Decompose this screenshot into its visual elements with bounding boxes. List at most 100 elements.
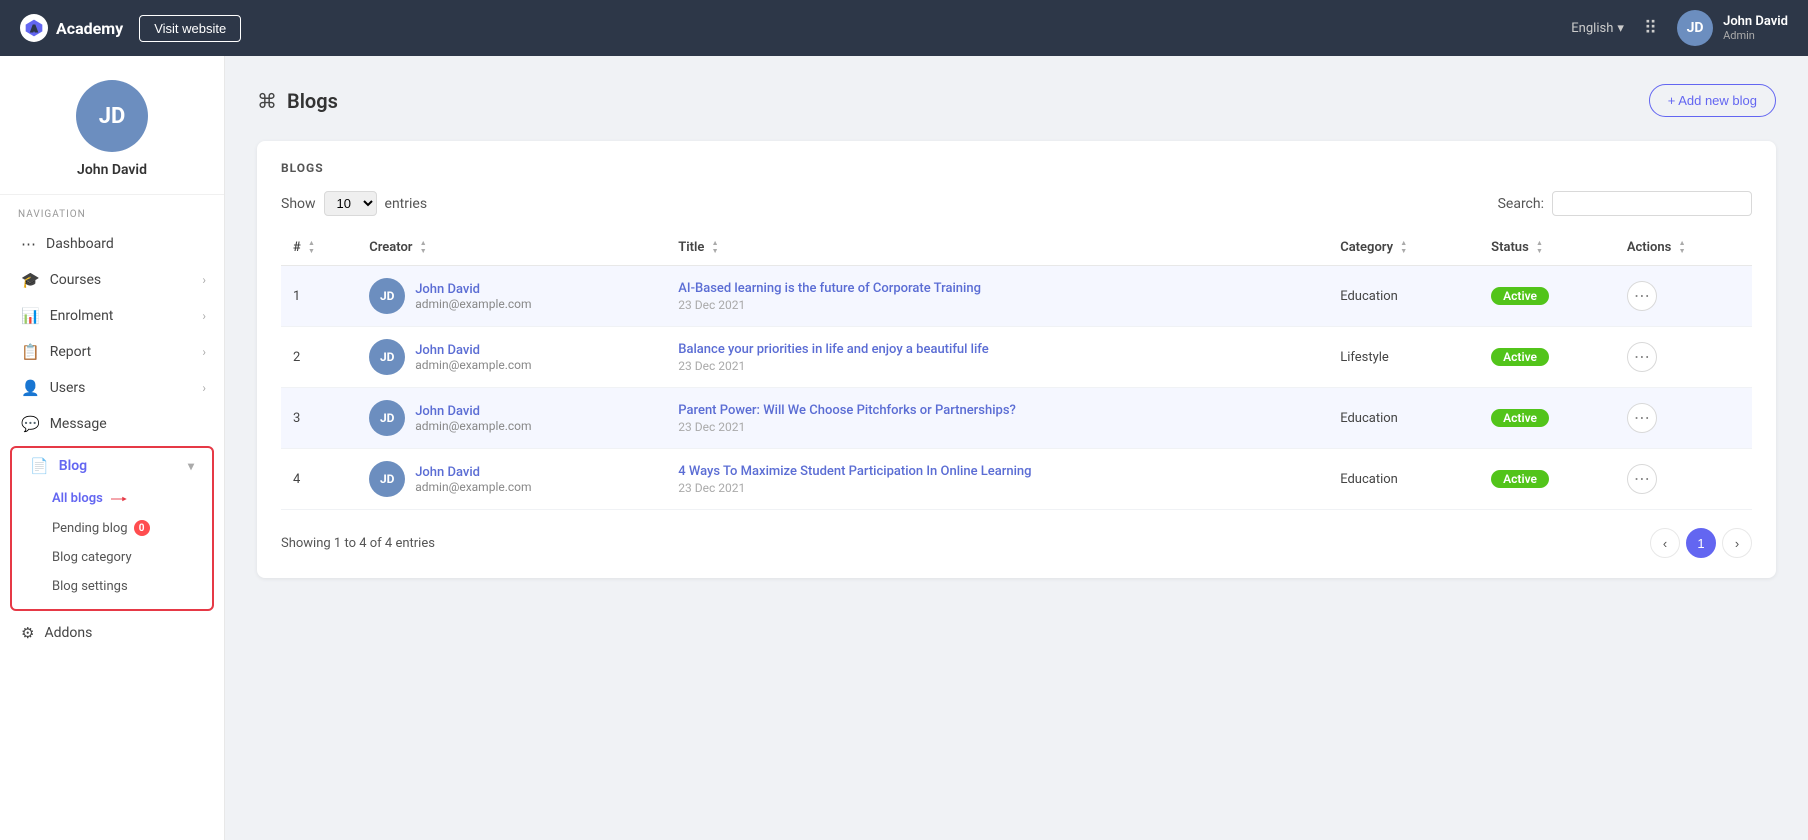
creator-name: John David [415, 404, 531, 419]
table-controls: Show 10 25 50 entries Search: [281, 191, 1752, 216]
arrow-indicator-icon [111, 493, 129, 505]
pagination-prev-button[interactable]: ‹ [1650, 528, 1680, 558]
search-label: Search: [1498, 196, 1544, 212]
status-badge: Active [1491, 287, 1549, 305]
blogs-table: # ▲▼ Creator ▲▼ Title ▲▼ Category [281, 230, 1752, 510]
language-label: English [1571, 21, 1613, 36]
chevron-right-icon: › [202, 381, 206, 395]
sidebar-item-message[interactable]: 💬 Message [0, 406, 224, 442]
page-title: Blogs [287, 89, 338, 113]
blog-title-link[interactable]: 4 Ways To Maximize Student Participation… [678, 464, 1316, 479]
entries-label: entries [385, 196, 428, 212]
creator-email: admin@example.com [415, 297, 531, 311]
addons-icon: ⚙ [21, 624, 34, 642]
dashboard-icon: ⋯ [21, 235, 36, 253]
blog-date: 23 Dec 2021 [678, 298, 1316, 312]
cell-status: Active [1479, 449, 1615, 510]
pagination: ‹ 1 › [1650, 528, 1752, 558]
row-action-button[interactable]: ⋯ [1627, 342, 1657, 372]
creator-email: admin@example.com [415, 358, 531, 372]
message-icon: 💬 [21, 415, 40, 433]
app-logo[interactable]: A Academy [20, 14, 123, 42]
sidebar-item-addons[interactable]: ⚙ Addons [0, 615, 224, 651]
cell-title: Parent Power: Will We Choose Pitchforks … [666, 388, 1328, 449]
cell-title: AI-Based learning is the future of Corpo… [666, 266, 1328, 327]
language-chevron-icon: ▾ [1617, 21, 1624, 36]
user-menu[interactable]: JD John David Admin [1677, 10, 1788, 46]
sidebar-item-dashboard[interactable]: ⋯ Dashboard [0, 226, 224, 262]
blogs-icon: ⌘ [257, 89, 277, 113]
cell-actions: ⋯ [1615, 449, 1752, 510]
courses-icon: 🎓 [21, 271, 40, 289]
visit-website-button[interactable]: Visit website [139, 15, 241, 42]
sidebar-subitem-blog-settings[interactable]: Blog settings [42, 572, 212, 601]
pagination-page-1-button[interactable]: 1 [1686, 528, 1716, 558]
creator-avatar: JD [369, 278, 405, 314]
blog-date: 23 Dec 2021 [678, 420, 1316, 434]
table-card: BLOGS Show 10 25 50 entries Search: [257, 141, 1776, 578]
user-role: Admin [1723, 29, 1788, 42]
entries-select[interactable]: 10 25 50 [324, 191, 377, 216]
topnav: A Academy Visit website English ▾ ⠿ JD J… [0, 0, 1808, 56]
row-action-button[interactable]: ⋯ [1627, 281, 1657, 311]
grid-apps-icon[interactable]: ⠿ [1644, 18, 1657, 39]
col-num: # ▲▼ [281, 230, 357, 266]
sidebar-item-enrolment[interactable]: 📊 Enrolment › [0, 298, 224, 334]
sidebar-username: John David [16, 162, 208, 178]
cell-num: 4 [281, 449, 357, 510]
row-action-button[interactable]: ⋯ [1627, 464, 1657, 494]
row-action-button[interactable]: ⋯ [1627, 403, 1657, 433]
sidebar-item-courses[interactable]: 🎓 Courses › [0, 262, 224, 298]
cell-title: 4 Ways To Maximize Student Participation… [666, 449, 1328, 510]
creator-email: admin@example.com [415, 419, 531, 433]
pagination-next-button[interactable]: › [1722, 528, 1752, 558]
cell-status: Active [1479, 266, 1615, 327]
avatar: JD [1677, 10, 1713, 46]
cell-creator: JD John David admin@example.com [357, 449, 666, 510]
cell-actions: ⋯ [1615, 388, 1752, 449]
show-entries-control: Show 10 25 50 entries [281, 191, 427, 216]
language-selector[interactable]: English ▾ [1571, 21, 1624, 36]
blog-title-link[interactable]: AI-Based learning is the future of Corpo… [678, 281, 1316, 296]
report-icon: 📋 [21, 343, 40, 361]
sidebar-subitem-all-blogs[interactable]: All blogs [42, 484, 212, 513]
search-input[interactable] [1552, 191, 1752, 216]
sidebar-subitem-blog-category[interactable]: Blog category [42, 543, 212, 572]
sidebar-item-users[interactable]: 👤 Users › [0, 370, 224, 406]
sidebar-subitem-pending-blog[interactable]: Pending blog 0 [42, 513, 212, 543]
page-title-row: ⌘ Blogs [257, 89, 338, 113]
col-category: Category ▲▼ [1328, 230, 1479, 266]
creator-avatar: JD [369, 339, 405, 375]
sidebar-item-report[interactable]: 📋 Report › [0, 334, 224, 370]
sidebar-profile: JD John David [0, 56, 224, 195]
sidebar-item-label: Users [50, 380, 193, 396]
sidebar-item-blog[interactable]: 📄 Blog ▾ [12, 448, 212, 484]
main-content: ⌘ Blogs + Add new blog BLOGS Show 10 25 … [225, 56, 1808, 840]
blog-title-link[interactable]: Balance your priorities in life and enjo… [678, 342, 1316, 357]
blog-title-link[interactable]: Parent Power: Will We Choose Pitchforks … [678, 403, 1316, 418]
status-badge: Active [1491, 409, 1549, 427]
pending-blog-label: Pending blog [52, 521, 128, 536]
cell-num: 2 [281, 327, 357, 388]
cell-creator: JD John David admin@example.com [357, 327, 666, 388]
chevron-right-icon: › [202, 273, 206, 287]
users-icon: 👤 [21, 379, 40, 397]
sidebar: JD John David NAVIGATION ⋯ Dashboard 🎓 C… [0, 56, 225, 840]
sidebar-item-label: Message [50, 416, 206, 432]
blog-date: 23 Dec 2021 [678, 359, 1316, 373]
cell-actions: ⋯ [1615, 327, 1752, 388]
cell-category: Education [1328, 388, 1479, 449]
col-title: Title ▲▼ [666, 230, 1328, 266]
search-box: Search: [1498, 191, 1752, 216]
cell-status: Active [1479, 327, 1615, 388]
blog-icon: 📄 [30, 457, 49, 475]
blog-category-label: Blog category [52, 550, 132, 565]
col-creator: Creator ▲▼ [357, 230, 666, 266]
app-name: Academy [56, 19, 123, 38]
col-actions: Actions ▲▼ [1615, 230, 1752, 266]
sidebar-item-label: Courses [50, 272, 193, 288]
add-new-blog-button[interactable]: + Add new blog [1649, 84, 1776, 117]
all-blogs-label: All blogs [52, 491, 103, 506]
creator-name: John David [415, 282, 531, 297]
cell-actions: ⋯ [1615, 266, 1752, 327]
